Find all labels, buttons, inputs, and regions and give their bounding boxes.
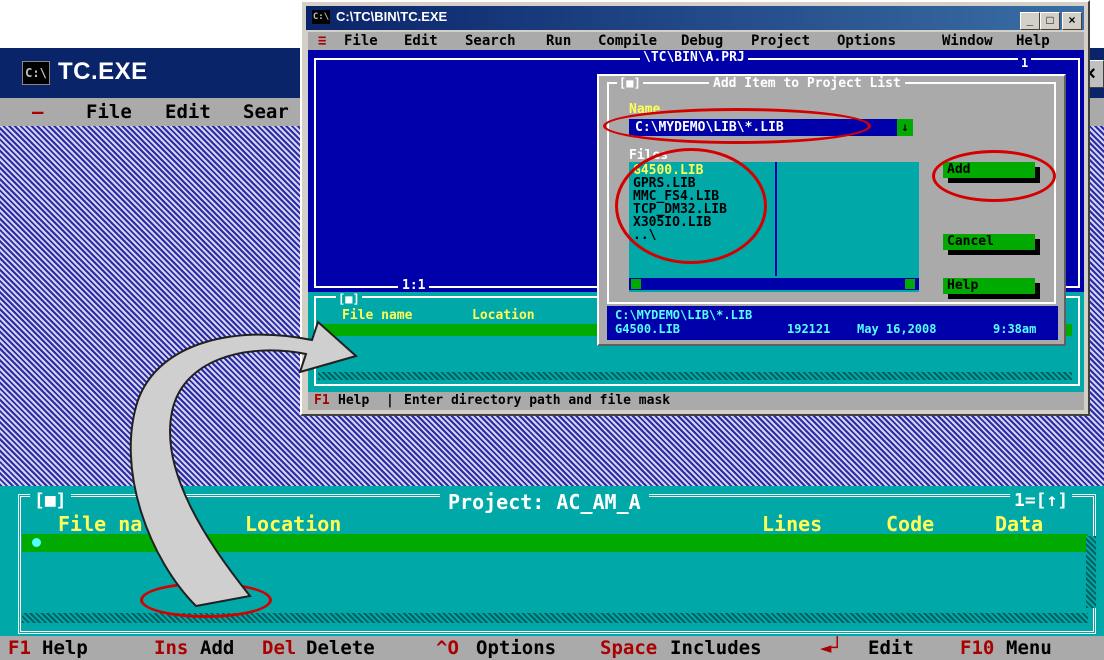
curved-arrow-icon — [129, 320, 359, 608]
status-label-includes: Includes — [670, 637, 762, 659]
status-label-edit: Edit — [868, 637, 914, 659]
status-key-ctrl-o[interactable]: ^O — [436, 636, 459, 660]
status-label-options: Options — [476, 637, 557, 659]
back-status-bar: F1 Help Ins Add Del Delete ^O Options Sp… — [0, 636, 1104, 660]
status-key-space[interactable]: Space — [600, 636, 657, 660]
status-key-f1[interactable]: F1 — [8, 636, 31, 660]
status-key-ins[interactable]: Ins — [154, 636, 188, 660]
status-label-add: Add — [200, 637, 235, 659]
status-label-menu: Menu — [1006, 637, 1052, 659]
status-key-del[interactable]: Del — [262, 636, 296, 660]
status-key-f10[interactable]: F10 — [960, 636, 994, 660]
status-label-help: Help — [42, 637, 88, 659]
curved-arrow-shape — [129, 320, 359, 608]
status-label-delete: Delete — [306, 637, 375, 659]
enter-key-icon[interactable]: ◄┘ — [820, 636, 843, 660]
